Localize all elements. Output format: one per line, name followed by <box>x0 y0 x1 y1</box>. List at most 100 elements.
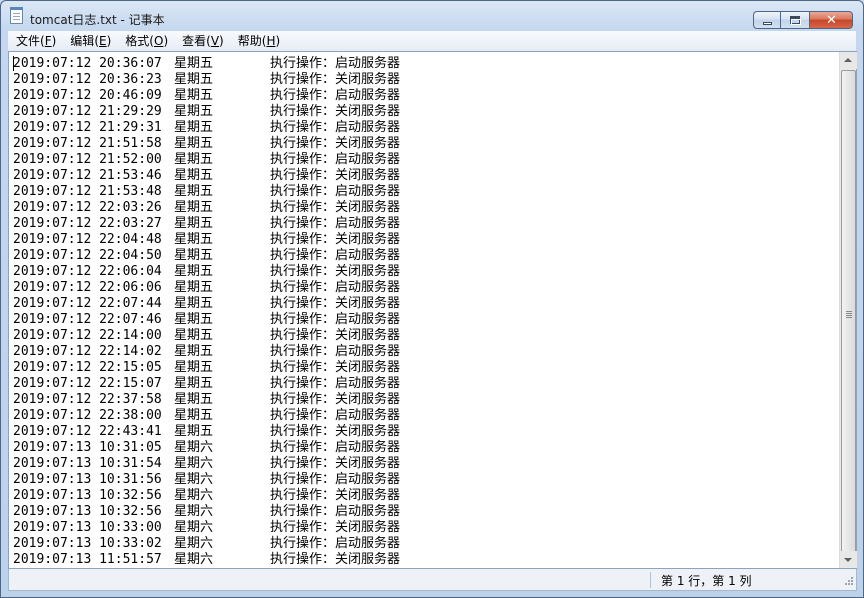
line-weekday: 星期六 <box>174 472 214 487</box>
text-line: 2019:07:12 22:15:05 星期五 执行操作：关闭服务器 <box>13 360 839 376</box>
status-bar: 第 1 行，第 1 列 <box>8 569 857 591</box>
line-weekday: 星期六 <box>174 552 214 567</box>
line-weekday: 星期五 <box>174 296 214 311</box>
line-weekday: 星期五 <box>174 152 214 167</box>
line-action: 执行操作：关闭服务器 <box>270 104 401 119</box>
scroll-down-button[interactable] <box>840 551 857 568</box>
text-line: 2019:07:12 22:43:41 星期五 执行操作：关闭服务器 <box>13 424 839 440</box>
vertical-scrollbar[interactable] <box>839 52 857 568</box>
line-date: 2019:07:12 <box>13 168 92 183</box>
resize-grip-icon[interactable] <box>842 576 854 588</box>
text-line: 2019:07:13 10:32:56 星期六 执行操作：启动服务器 <box>13 504 839 520</box>
line-date: 2019:07:12 <box>13 408 92 423</box>
line-time: 21:29:31 <box>99 120 162 135</box>
line-datetime: 2019:07:12 21:29:29 <box>13 104 174 120</box>
line-weekday: 星期五 <box>174 248 214 263</box>
line-time: 22:43:41 <box>99 424 162 439</box>
line-weekday: 星期六 <box>174 536 214 551</box>
caption-buttons: ✕ <box>753 11 853 29</box>
minimize-button[interactable] <box>753 11 780 29</box>
text-line: 2019:07:12 22:04:48 星期五 执行操作：关闭服务器 <box>13 232 839 248</box>
menu-view[interactable]: 查看(V) <box>174 31 230 51</box>
line-datetime: 2019:07:12 22:07:46 <box>13 312 174 328</box>
line-weekday: 星期六 <box>174 440 214 455</box>
line-datetime: 2019:07:12 22:14:00 <box>13 328 174 344</box>
text-line: 2019:07:13 11:51:57 星期六 执行操作：关闭服务器 <box>13 552 839 568</box>
line-action: 执行操作：启动服务器 <box>270 440 401 455</box>
arrow-down-icon <box>844 558 852 562</box>
line-datetime: 2019:07:12 21:29:31 <box>13 120 174 136</box>
line-action: 执行操作：启动服务器 <box>270 216 401 231</box>
text-line: 2019:07:12 20:36:07 星期五 执行操作：启动服务器 <box>13 56 839 72</box>
text-line: 2019:07:12 20:46:09 星期五 执行操作：启动服务器 <box>13 88 839 104</box>
maximize-button[interactable] <box>780 11 809 29</box>
notepad-icon[interactable] <box>10 7 23 24</box>
line-date: 2019:07:13 <box>13 472 92 487</box>
line-action: 执行操作：关闭服务器 <box>270 520 401 535</box>
line-action: 执行操作：启动服务器 <box>270 504 401 519</box>
line-date: 2019:07:12 <box>13 200 92 215</box>
line-weekday: 星期五 <box>174 88 214 103</box>
menu-help[interactable]: 帮助(H) <box>230 31 286 51</box>
line-datetime: 2019:07:13 10:32:56 <box>13 488 174 504</box>
text-line: 2019:07:12 22:14:00 星期五 执行操作：关闭服务器 <box>13 328 839 344</box>
line-action: 执行操作：启动服务器 <box>270 280 401 295</box>
line-time: 10:33:02 <box>99 536 162 551</box>
line-date: 2019:07:12 <box>13 72 92 87</box>
line-time: 21:29:29 <box>99 104 162 119</box>
scroll-up-button[interactable] <box>840 52 857 69</box>
line-date: 2019:07:12 <box>13 232 92 247</box>
line-time: 10:31:54 <box>99 456 162 471</box>
text-line: 2019:07:13 10:33:02 星期六 执行操作：启动服务器 <box>13 536 839 552</box>
line-date: 2019:07:12 <box>13 392 92 407</box>
menu-edit[interactable]: 编辑(E) <box>62 31 117 51</box>
line-action: 执行操作：关闭服务器 <box>270 360 401 375</box>
line-action: 执行操作：关闭服务器 <box>270 488 401 503</box>
line-date: 2019:07:12 <box>13 312 92 327</box>
line-datetime: 2019:07:13 11:51:57 <box>13 552 174 568</box>
line-action: 执行操作：关闭服务器 <box>270 168 401 183</box>
line-action: 执行操作：启动服务器 <box>270 88 401 103</box>
line-datetime: 2019:07:12 22:03:27 <box>13 216 174 232</box>
line-time: 20:46:09 <box>99 88 162 103</box>
line-datetime: 2019:07:12 22:06:04 <box>13 264 174 280</box>
line-date: 2019:07:12 <box>13 152 92 167</box>
scroll-thumb[interactable] <box>841 70 856 560</box>
line-time: 22:07:46 <box>99 312 162 327</box>
notepad-window: tomcat日志.txt - 记事本 ✕ 文件(F) 编辑(E) 格式(O) 查… <box>0 0 864 598</box>
line-weekday: 星期六 <box>174 520 214 535</box>
line-weekday: 星期五 <box>174 376 214 391</box>
line-datetime: 2019:07:12 22:03:26 <box>13 200 174 216</box>
text-line: 2019:07:12 21:51:58 星期五 执行操作：关闭服务器 <box>13 136 839 152</box>
line-time: 21:53:48 <box>99 184 162 199</box>
text-line: 2019:07:12 22:03:27 星期五 执行操作：启动服务器 <box>13 216 839 232</box>
line-date: 2019:07:13 <box>13 504 92 519</box>
menu-format[interactable]: 格式(O) <box>117 31 174 51</box>
text-area[interactable]: 2019:07:12 20:36:07 星期五 执行操作：启动服务器 2019:07:… <box>9 52 839 568</box>
line-time: 22:14:00 <box>99 328 162 343</box>
line-date: 2019:07:12 <box>13 136 92 151</box>
line-datetime: 2019:07:12 22:15:05 <box>13 360 174 376</box>
text-line: 2019:07:12 22:14:02 星期五 执行操作：启动服务器 <box>13 344 839 360</box>
line-date: 2019:07:13 <box>13 552 92 567</box>
line-datetime: 2019:07:13 10:31:56 <box>13 472 174 488</box>
line-date: 2019:07:12 <box>13 280 92 295</box>
line-action: 执行操作：关闭服务器 <box>270 296 401 311</box>
text-line: 2019:07:12 21:52:00 星期五 执行操作：启动服务器 <box>13 152 839 168</box>
line-action: 执行操作：启动服务器 <box>270 408 401 423</box>
close-button[interactable]: ✕ <box>809 11 853 29</box>
line-datetime: 2019:07:12 20:46:09 <box>13 88 174 104</box>
title-bar[interactable]: tomcat日志.txt - 记事本 ✕ <box>1 1 863 31</box>
line-weekday: 星期五 <box>174 408 214 423</box>
line-date: 2019:07:13 <box>13 456 92 471</box>
line-time: 22:14:02 <box>99 344 162 359</box>
menu-file[interactable]: 文件(F) <box>8 31 62 51</box>
line-weekday: 星期五 <box>174 56 214 71</box>
line-action: 执行操作：启动服务器 <box>270 344 401 359</box>
text-line: 2019:07:12 22:06:04 星期五 执行操作：关闭服务器 <box>13 264 839 280</box>
line-weekday: 星期五 <box>174 312 214 327</box>
line-time: 11:51:57 <box>99 552 162 567</box>
text-line: 2019:07:13 10:31:56 星期六 执行操作：启动服务器 <box>13 472 839 488</box>
line-time: 22:03:27 <box>99 216 162 231</box>
cursor-position: 第 1 行，第 1 列 <box>661 574 752 588</box>
